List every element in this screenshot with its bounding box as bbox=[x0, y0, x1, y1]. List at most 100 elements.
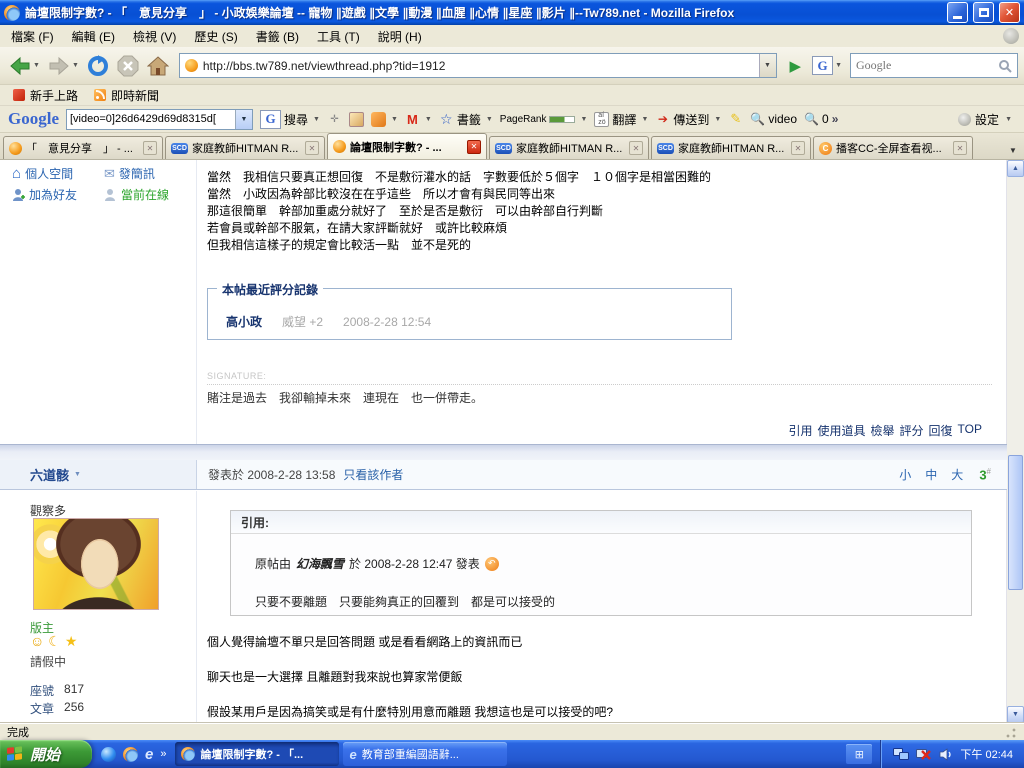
word-find-video[interactable]: video bbox=[750, 112, 797, 127]
only-author-link[interactable]: 只看該作者 bbox=[343, 466, 403, 483]
add-friend-label: 加為好友 bbox=[29, 186, 77, 203]
reply-link[interactable]: 回復 bbox=[929, 422, 953, 439]
quote-link[interactable]: 引用 bbox=[788, 422, 812, 439]
home-button[interactable] bbox=[144, 50, 172, 82]
firefox-icon bbox=[4, 5, 20, 21]
minimize-button[interactable] bbox=[947, 2, 968, 23]
settings-dropdown-icon: ▼ bbox=[1005, 116, 1012, 123]
search-engine-selector[interactable]: ▼ bbox=[809, 50, 845, 82]
menu-tools[interactable]: 工具 (T) bbox=[308, 25, 369, 48]
scrollbar-thumb[interactable] bbox=[1008, 455, 1023, 590]
tab-word-limit-active[interactable]: 論壇限制字數? - ... bbox=[327, 133, 487, 159]
font-size-medium-link[interactable]: 中 bbox=[925, 466, 937, 483]
gmail-dropdown-icon: ▼ bbox=[425, 116, 432, 123]
tab-close-icon[interactable] bbox=[791, 141, 805, 155]
scroll-down-icon[interactable] bbox=[1007, 706, 1024, 723]
moon-medal-icon bbox=[48, 634, 61, 649]
quick-launch-firefox-icon[interactable] bbox=[123, 747, 138, 762]
font-size-large-link[interactable]: 大 bbox=[951, 466, 963, 483]
bookmark-latest-news[interactable]: 即時新聞 bbox=[89, 86, 164, 105]
tab-opinion-share[interactable]: 「 意見分享 」 - ... bbox=[3, 136, 163, 159]
menu-edit[interactable]: 編輯 (E) bbox=[63, 25, 124, 48]
back-dropdown-icon[interactable]: ▼ bbox=[33, 62, 40, 69]
tab-list-dropdown-icon[interactable]: ▼ bbox=[1005, 146, 1021, 155]
tab-hitman-1[interactable]: 家庭教師HITMAN R... bbox=[165, 136, 325, 159]
more-tools-icon[interactable] bbox=[832, 112, 839, 126]
forward-button[interactable]: ▼ bbox=[45, 50, 82, 82]
send-message-link[interactable]: 發簡訊 bbox=[104, 165, 155, 182]
close-button[interactable] bbox=[999, 2, 1020, 23]
back-button[interactable]: ▼ bbox=[6, 50, 43, 82]
goto-quoted-post-icon[interactable] bbox=[485, 557, 499, 571]
post2-header: 六道骸 ▼ 發表於 2008-2-28 13:58 只看該作者 小 中 大 3# bbox=[0, 460, 1007, 490]
bookmarks-button[interactable]: 書籤 ▼ bbox=[439, 111, 493, 128]
bookmark-getting-started[interactable]: 新手上路 bbox=[8, 86, 83, 105]
google-query-input[interactable] bbox=[67, 113, 235, 125]
report-link[interactable]: 檢舉 bbox=[871, 422, 895, 439]
quick-launch-globe-icon[interactable] bbox=[101, 747, 116, 762]
tab-close-icon[interactable] bbox=[953, 141, 967, 155]
quick-launch-overflow-icon[interactable] bbox=[160, 748, 166, 760]
forward-dropdown-icon[interactable]: ▼ bbox=[72, 62, 79, 69]
username-dropdown-icon[interactable]: ▼ bbox=[74, 471, 81, 478]
google-search-button[interactable]: 搜尋 ▼ bbox=[260, 110, 320, 129]
bookmarks-dropdown-icon: ▼ bbox=[486, 116, 493, 123]
start-button[interactable]: 開始 bbox=[0, 740, 92, 768]
rating-user-link[interactable]: 高小政 bbox=[226, 313, 262, 330]
profile-space-link[interactable]: 個人空間 bbox=[12, 165, 73, 182]
tab-label: 家庭教師HITMAN R... bbox=[678, 140, 787, 156]
font-size-small-link[interactable]: 小 bbox=[899, 466, 911, 483]
menu-file[interactable]: 檔案 (F) bbox=[2, 25, 63, 48]
url-dropdown-icon[interactable]: ▼ bbox=[759, 54, 776, 77]
query-dropdown-icon[interactable]: ▼ bbox=[235, 110, 252, 129]
search-input[interactable] bbox=[856, 58, 998, 73]
toolbar-settings[interactable]: 設定 ▼ bbox=[958, 111, 1016, 128]
volume-icon[interactable] bbox=[939, 748, 953, 761]
online-status-link[interactable]: 當前在線 bbox=[104, 186, 169, 203]
tab-close-icon[interactable] bbox=[467, 140, 481, 154]
highlighter-icon[interactable] bbox=[728, 112, 743, 127]
resize-grip[interactable] bbox=[1004, 726, 1017, 739]
menu-help[interactable]: 說明 (H) bbox=[369, 25, 431, 48]
task-button-dictionary[interactable]: 教育部重編國語辭... bbox=[343, 742, 507, 766]
menu-view[interactable]: 檢視 (V) bbox=[124, 25, 185, 48]
tab-close-icon[interactable] bbox=[629, 141, 643, 155]
autofill-icon[interactable] bbox=[327, 112, 342, 127]
photos-icon[interactable] bbox=[349, 112, 364, 127]
reload-button[interactable] bbox=[84, 50, 112, 82]
word-find-count[interactable]: 0 bbox=[804, 112, 838, 127]
language-bar-button[interactable] bbox=[846, 744, 872, 764]
tab-close-icon[interactable] bbox=[143, 141, 157, 155]
quick-launch-ie-icon[interactable] bbox=[145, 747, 153, 762]
network-icon[interactable] bbox=[893, 748, 909, 761]
menu-history[interactable]: 歷史 (S) bbox=[185, 25, 246, 48]
menu-bookmarks[interactable]: 書籤 (B) bbox=[247, 25, 308, 48]
task-button-firefox[interactable]: 論壇限制字數? - 「... bbox=[175, 742, 339, 766]
stop-button[interactable] bbox=[114, 50, 142, 82]
rate-link[interactable]: 評分 bbox=[900, 422, 924, 439]
top-link[interactable]: TOP bbox=[958, 422, 982, 439]
smiley-medal-icon bbox=[30, 634, 44, 649]
translate-button[interactable]: 翻譯 ▼ bbox=[594, 111, 648, 128]
search-icon[interactable] bbox=[998, 59, 1012, 73]
tab-hitman-3[interactable]: 家庭教師HITMAN R... bbox=[651, 136, 811, 159]
network-disconnected-icon[interactable] bbox=[916, 748, 932, 761]
scroll-up-icon[interactable] bbox=[1007, 160, 1024, 177]
restore-button[interactable] bbox=[973, 2, 994, 23]
tab-close-icon[interactable] bbox=[305, 141, 319, 155]
add-friend-link[interactable]: 加為好友 bbox=[12, 186, 77, 203]
send-to-button[interactable]: 傳送到 ▼ bbox=[655, 111, 721, 128]
tab-boke-cc[interactable]: 播客CC-全屏查看视... bbox=[813, 136, 973, 159]
url-input[interactable] bbox=[203, 59, 754, 73]
pagerank-indicator[interactable]: PageRank ▼ bbox=[500, 114, 588, 125]
go-button[interactable] bbox=[784, 57, 808, 75]
gmail-button[interactable]: ▼ bbox=[405, 112, 432, 127]
use-item-link[interactable]: 使用道具 bbox=[817, 422, 865, 439]
package-button[interactable]: ▼ bbox=[371, 112, 398, 127]
quote-author-link[interactable]: 幻海飄雪 bbox=[296, 555, 344, 572]
tab-hitman-2[interactable]: 家庭教師HITMAN R... bbox=[489, 136, 649, 159]
post2-username-link[interactable]: 六道骸 bbox=[30, 465, 69, 484]
floor-number-link[interactable]: 3# bbox=[979, 467, 991, 482]
clock[interactable]: 下午 02:44 bbox=[960, 746, 1013, 762]
vertical-scrollbar[interactable] bbox=[1007, 160, 1024, 723]
